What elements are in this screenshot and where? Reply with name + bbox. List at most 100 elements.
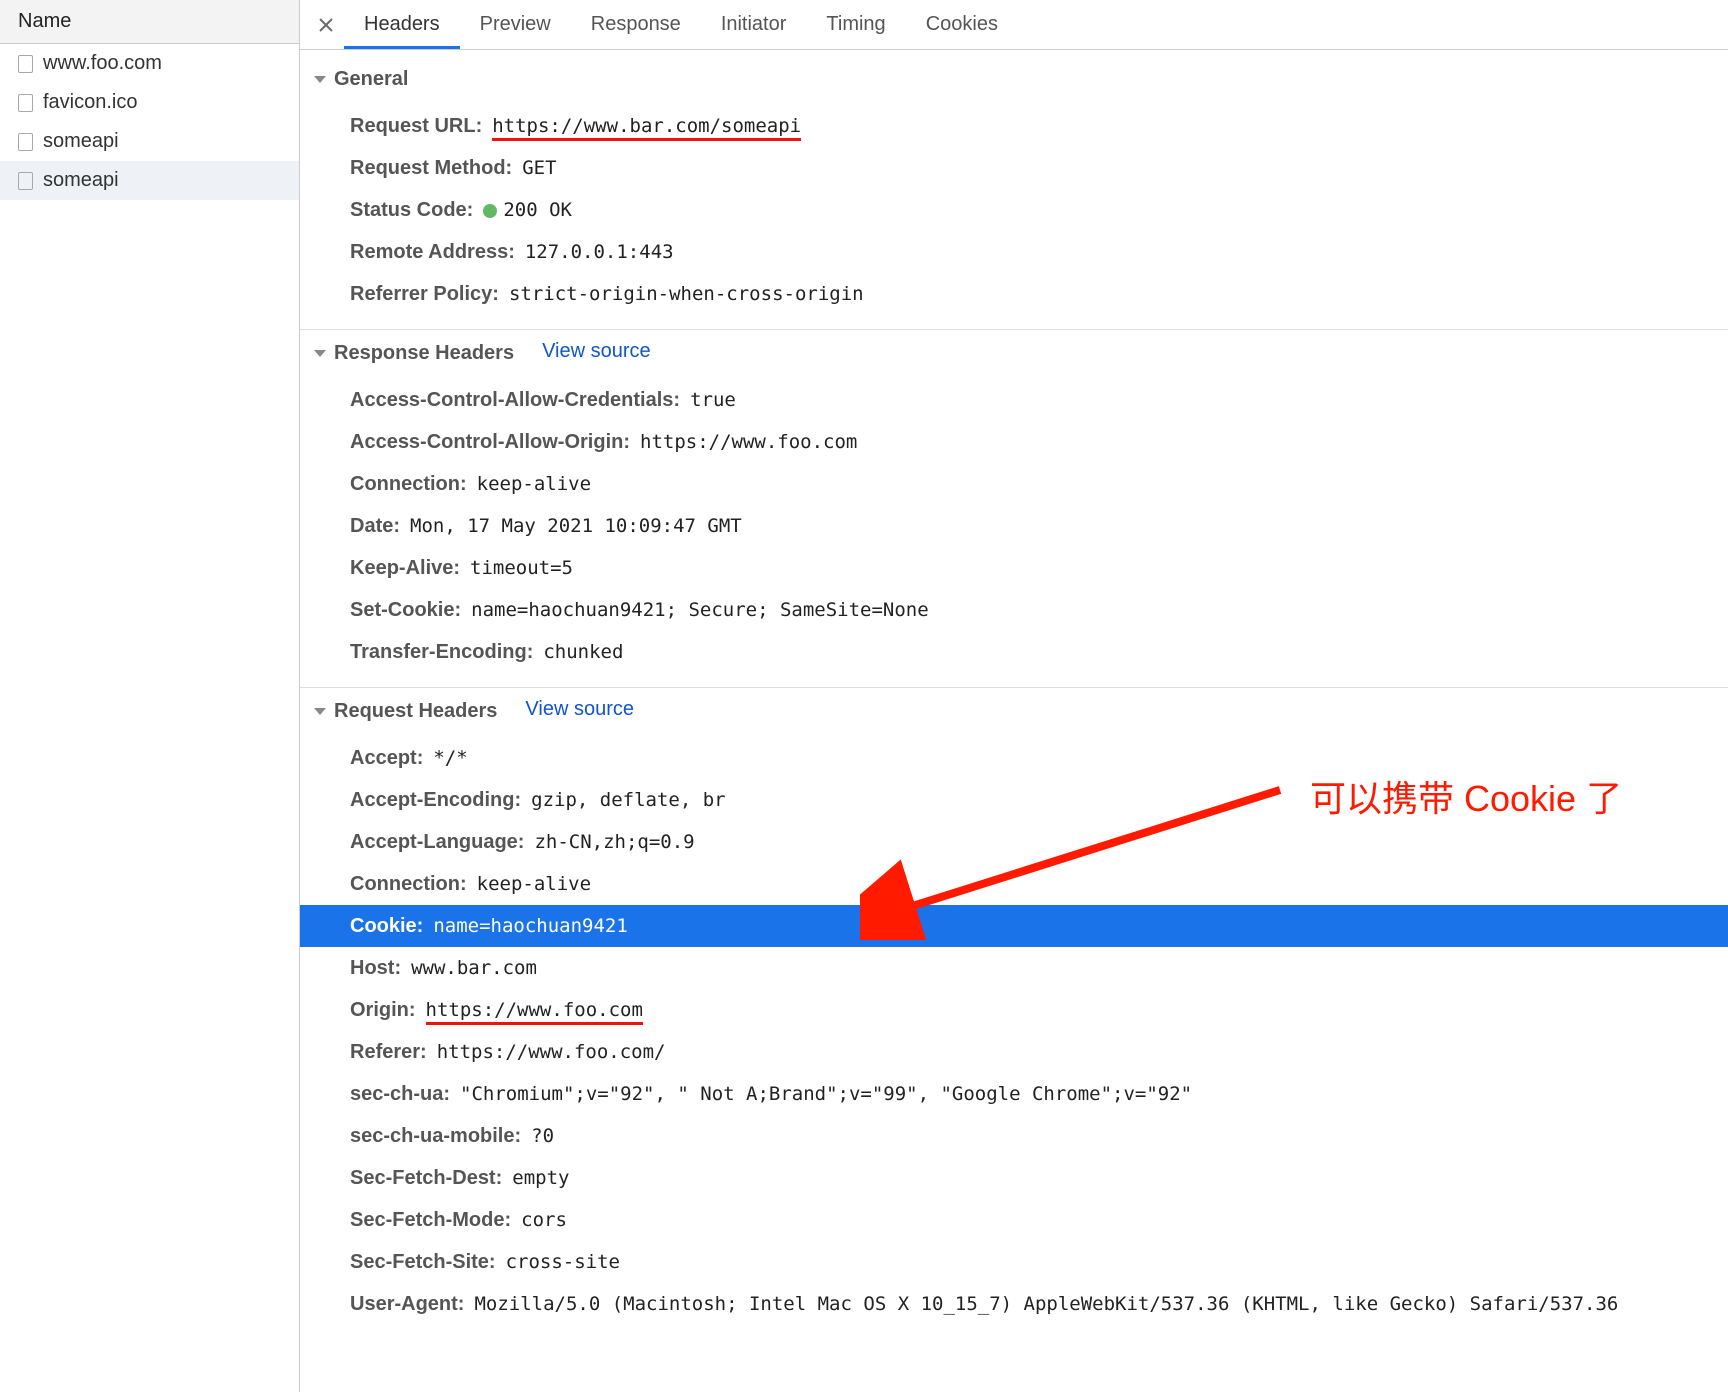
header-row-accept-encoding[interactable]: Accept-Encoding: gzip, deflate, br	[346, 779, 1728, 821]
header-label: Status Code:	[350, 195, 473, 225]
header-row-requesturl[interactable]: Request URL: https://www.bar.com/someapi	[346, 105, 1728, 147]
header-value: https://www.foo.com	[426, 996, 643, 1025]
header-label: Accept-Language:	[350, 827, 524, 857]
sidebar-item-someapi[interactable]: someapi	[0, 161, 299, 200]
header-value: https://www.bar.com/someapi	[492, 112, 801, 141]
file-icon	[18, 133, 33, 151]
sidebar-item-label: someapi	[43, 130, 119, 153]
header-row-keep-alive[interactable]: Keep-Alive: timeout=5	[346, 547, 1728, 589]
header-row-date[interactable]: Date:Mon, 17 May 2021 10:09:47 GMT	[346, 505, 1728, 547]
section-header-response[interactable]: Response Headers View source	[300, 330, 1728, 375]
tab-response[interactable]: Response	[571, 1, 701, 49]
header-row-connection[interactable]: Connection:keep-alive	[346, 463, 1728, 505]
header-label: Connection:	[350, 869, 467, 899]
header-value: https://www.foo.com	[640, 428, 857, 457]
sidebar-item-someapi[interactable]: someapi	[0, 122, 299, 161]
tab-cookies[interactable]: Cookies	[906, 1, 1018, 49]
header-row-sec-fetch-mode[interactable]: Sec-Fetch-Mode: cors	[346, 1199, 1728, 1241]
tab-preview[interactable]: Preview	[460, 1, 571, 49]
header-value: ?0	[531, 1122, 554, 1151]
header-value: chunked	[543, 638, 623, 667]
header-row-requestmethod[interactable]: Request Method: GET	[346, 147, 1728, 189]
header-value: Mon, 17 May 2021 10:09:47 GMT	[410, 512, 742, 541]
header-label: Referer:	[350, 1037, 427, 1067]
header-row-cookie[interactable]: Cookie: name=haochuan9421	[300, 905, 1728, 947]
file-icon	[18, 172, 33, 190]
header-value: true	[690, 386, 736, 415]
header-value: 200 OK	[483, 196, 572, 225]
header-label: Access-Control-Allow-Credentials:	[350, 385, 680, 415]
header-label: Sec-Fetch-Mode:	[350, 1205, 511, 1235]
tab-headers[interactable]: Headers	[344, 1, 460, 49]
header-value: www.bar.com	[411, 954, 537, 983]
header-row-statuscode[interactable]: Status Code: 200 OK	[346, 189, 1728, 231]
header-value: empty	[512, 1164, 569, 1193]
header-row-accept[interactable]: Accept:*/*	[346, 737, 1728, 779]
header-label: Accept-Encoding:	[350, 785, 521, 815]
header-row-referer[interactable]: Referer:https://www.foo.com/	[346, 1031, 1728, 1073]
sidebar-item-favicon-ico[interactable]: favicon.ico	[0, 83, 299, 122]
chevron-down-icon	[314, 76, 326, 83]
header-row-remoteaddress[interactable]: Remote Address:127.0.0.1:443	[346, 231, 1728, 273]
header-label: Request Method:	[350, 153, 512, 183]
header-value: 127.0.0.1:443	[525, 238, 674, 267]
header-row-user-agent[interactable]: User-Agent: Mozilla/5.0 (Macintosh; Intel…	[346, 1283, 1728, 1325]
header-row-referrerpolicy[interactable]: Referrer Policy: strict-origin-when-cross…	[346, 273, 1728, 315]
section-request-headers: Request Headers View source Accept:*/*Ac…	[300, 688, 1728, 1339]
header-row-access-control-allow-origin[interactable]: Access-Control-Allow-Origin: https://www.…	[346, 421, 1728, 463]
header-row-transfer-encoding[interactable]: Transfer-Encoding:chunked	[346, 631, 1728, 673]
close-detail-button[interactable]	[308, 7, 344, 43]
header-row-origin[interactable]: Origin: https://www.foo.com	[346, 989, 1728, 1031]
header-value: Mozilla/5.0 (Macintosh; Intel Mac OS X 1…	[474, 1290, 1618, 1319]
header-label: User-Agent:	[350, 1289, 464, 1319]
section-general: General Request URL: https://www.bar.com/…	[300, 58, 1728, 330]
header-label: Sec-Fetch-Site:	[350, 1247, 496, 1277]
header-label: Host:	[350, 953, 401, 983]
header-value: name=haochuan9421	[433, 912, 627, 941]
section-title-general: General	[334, 68, 408, 91]
header-value: strict-origin-when-cross-origin	[509, 280, 864, 309]
view-source-request[interactable]: View source	[525, 698, 634, 721]
view-source-response[interactable]: View source	[542, 340, 651, 363]
header-row-access-control-allow-credentials[interactable]: Access-Control-Allow-Credentials: true	[346, 379, 1728, 421]
header-label: sec-ch-ua:	[350, 1079, 450, 1109]
header-value: cors	[521, 1206, 567, 1235]
file-icon	[18, 94, 33, 112]
header-value: zh-CN,zh;q=0.9	[534, 828, 694, 857]
header-label: Sec-Fetch-Dest:	[350, 1163, 502, 1193]
header-value: "Chromium";v="92", " Not A;Brand";v="99"…	[460, 1080, 1192, 1109]
header-label: Keep-Alive:	[350, 553, 460, 583]
header-label: Connection:	[350, 469, 467, 499]
section-response-headers: Response Headers View source Access-Cont…	[300, 330, 1728, 688]
header-row-sec-ch-ua-mobile[interactable]: sec-ch-ua-mobile:?0	[346, 1115, 1728, 1157]
header-row-sec-fetch-site[interactable]: Sec-Fetch-Site: cross-site	[346, 1241, 1728, 1283]
sidebar-header-name[interactable]: Name	[0, 0, 299, 44]
detail-tabbar: HeadersPreviewResponseInitiatorTimingCoo…	[300, 0, 1728, 50]
header-label: Request URL:	[350, 111, 482, 141]
header-row-accept-language[interactable]: Accept-Language: zh-CN,zh;q=0.9	[346, 821, 1728, 863]
header-value: timeout=5	[470, 554, 573, 583]
header-label: Origin:	[350, 995, 416, 1025]
section-title-request-headers: Request Headers	[334, 700, 497, 723]
header-row-set-cookie[interactable]: Set-Cookie:name=haochuan9421; Secure; Sa…	[346, 589, 1728, 631]
header-row-sec-fetch-dest[interactable]: Sec-Fetch-Dest: empty	[346, 1157, 1728, 1199]
header-value: cross-site	[506, 1248, 620, 1277]
network-request-list: Name www.foo.comfavicon.ico someapi someap…	[0, 0, 300, 1392]
header-value: gzip, deflate, br	[531, 786, 725, 815]
section-title-response-headers: Response Headers	[334, 342, 514, 365]
header-label: Referrer Policy:	[350, 279, 499, 309]
sidebar-item-www-foo-com[interactable]: www.foo.com	[0, 44, 299, 83]
header-row-connection[interactable]: Connection: keep-alive	[346, 863, 1728, 905]
header-row-host[interactable]: Host: www.bar.com	[346, 947, 1728, 989]
section-header-request[interactable]: Request Headers View source	[300, 688, 1728, 733]
header-row-sec-ch-ua[interactable]: sec-ch-ua: "Chromium";v="92", " Not A;Bra…	[346, 1073, 1728, 1115]
tab-initiator[interactable]: Initiator	[701, 1, 807, 49]
header-value: keep-alive	[477, 870, 591, 899]
header-label: Cookie:	[350, 911, 423, 941]
header-label: Access-Control-Allow-Origin:	[350, 427, 630, 457]
sidebar-item-label: someapi	[43, 169, 119, 192]
header-value: GET	[522, 154, 556, 183]
header-label: Set-Cookie:	[350, 595, 461, 625]
section-header-general[interactable]: General	[300, 58, 1728, 101]
tab-timing[interactable]: Timing	[806, 1, 905, 49]
